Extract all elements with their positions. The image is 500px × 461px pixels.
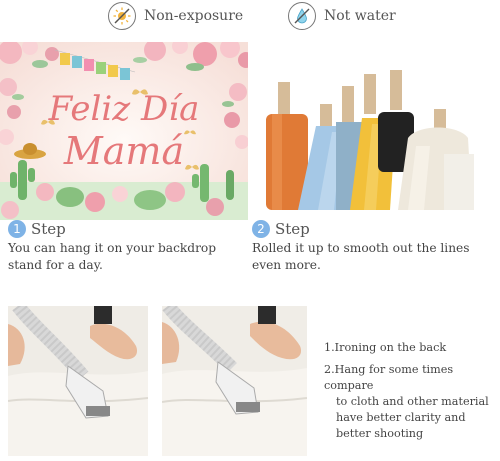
feature-label: Non-exposure <box>144 8 244 24</box>
fabric-rolls-image <box>258 54 478 210</box>
step-title: Step <box>31 220 66 238</box>
no-sun-icon <box>108 2 136 30</box>
step-1-heading: 1 Step <box>8 220 66 238</box>
ironing-photo-1 <box>8 306 148 456</box>
ironing-photo-2 <box>162 306 307 456</box>
step-number-badge: 2 <box>252 220 270 238</box>
step-2-description: Rolled it up to smooth out the lines eve… <box>252 241 470 272</box>
note-hang-for-some-times: 2.Hang for some times compare to cloth a… <box>324 363 489 440</box>
backdrop-banner-image: Feliz Día Mamá <box>0 42 248 220</box>
banner-title-line1: Feliz Día <box>48 89 200 129</box>
note-ironing-on-back: 1.Ironing on the back <box>324 341 447 354</box>
feature-label: Not water <box>324 8 396 24</box>
step-title: Step <box>275 220 310 238</box>
no-water-drop-icon <box>288 2 316 30</box>
feature-not-water: Not water <box>288 2 396 30</box>
step-2-heading: 2 Step <box>252 220 310 238</box>
step-number-badge: 1 <box>8 220 26 238</box>
step-1-description: You can hang it on your backdrop stand f… <box>8 241 217 272</box>
feature-non-exposure: Non-exposure <box>108 2 243 30</box>
banner-title-line2: Mamá <box>63 129 184 173</box>
